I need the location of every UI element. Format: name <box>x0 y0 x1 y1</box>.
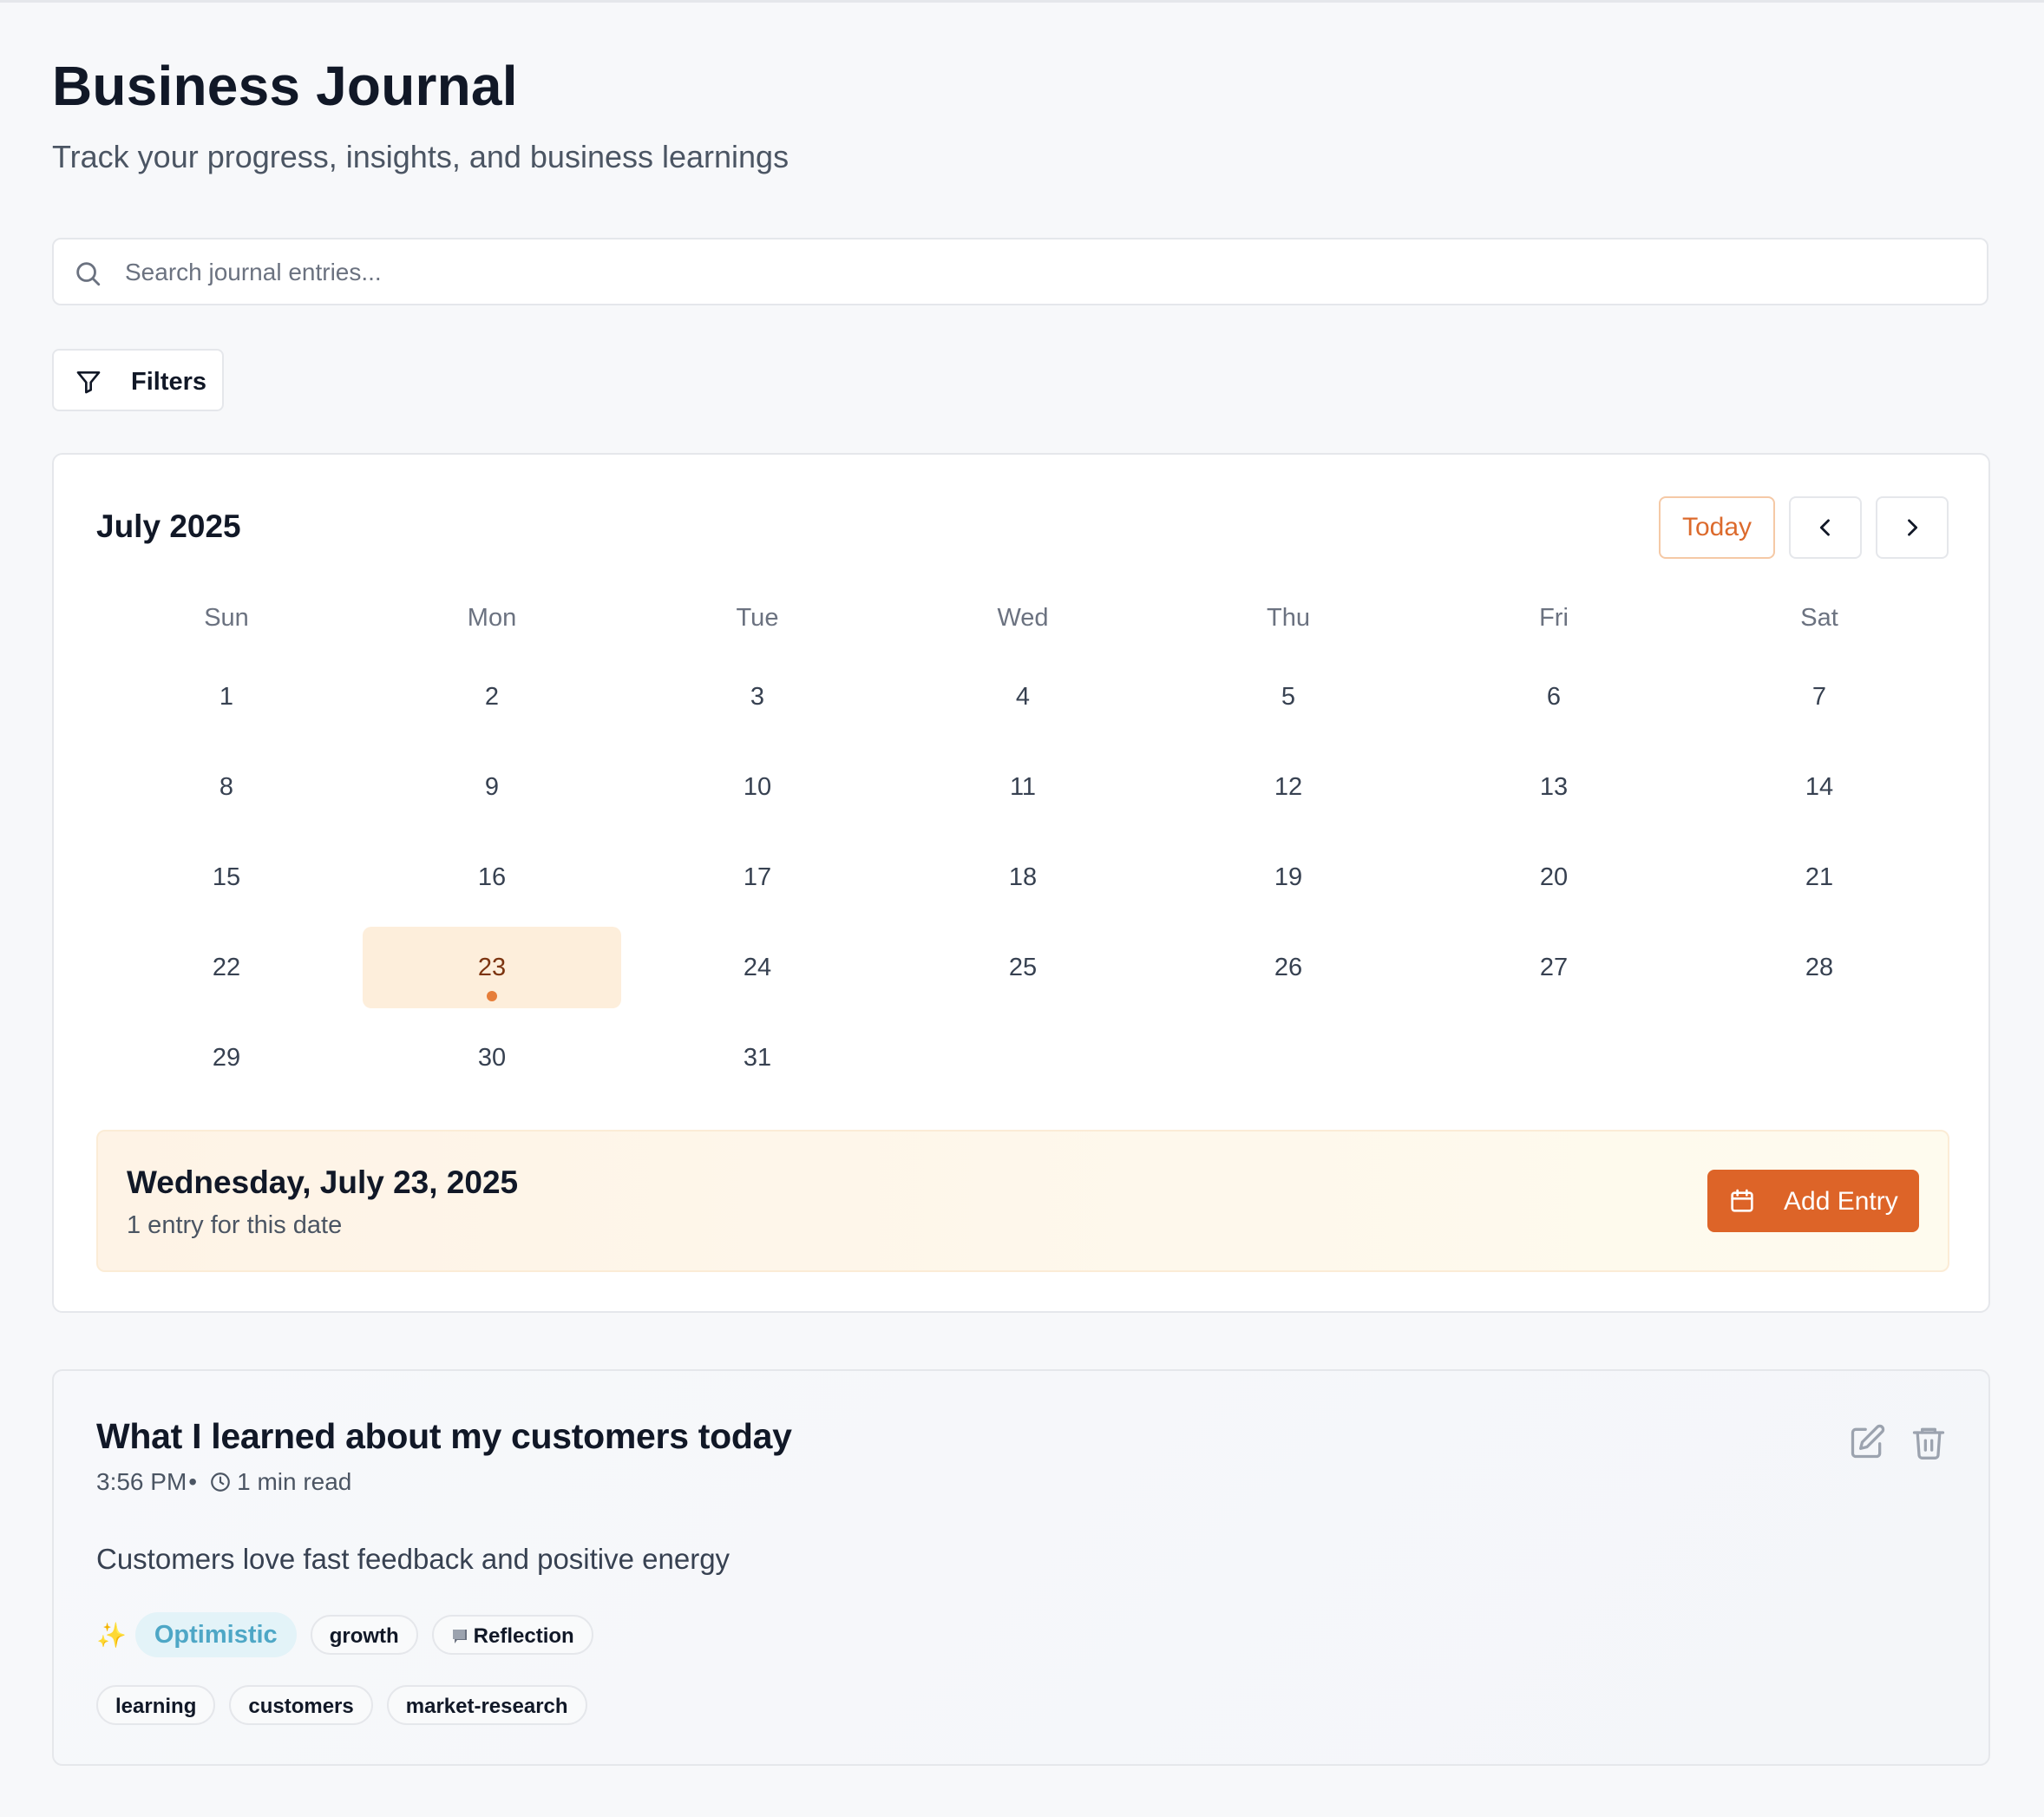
calendar-day-17[interactable]: 17 <box>628 836 887 918</box>
calendar-day-18[interactable]: 18 <box>894 836 1152 918</box>
calendar-day-30[interactable]: 30 <box>363 1017 621 1099</box>
add-entry-button[interactable]: Add Entry <box>1707 1170 1919 1232</box>
mood-badge: Optimistic <box>134 1612 297 1657</box>
sparkles-icon: ✨ <box>96 1621 127 1649</box>
trash-icon[interactable] <box>1910 1423 1948 1461</box>
calendar-day-15[interactable]: 15 <box>97 836 356 918</box>
selected-date-panel: Wednesday, July 23, 2025 1 entry for thi… <box>96 1130 1949 1272</box>
calendar-day-29[interactable]: 29 <box>97 1017 356 1099</box>
prev-month-button[interactable] <box>1789 496 1862 559</box>
search-input[interactable] <box>123 239 1949 305</box>
entry-count-label: 1 entry for this date <box>127 1211 343 1239</box>
type-label: Reflection <box>473 1624 574 1648</box>
entry-attributes: ✨ Optimistic growth Reflection <box>96 1612 593 1657</box>
weekday-fri: Fri <box>1539 604 1569 632</box>
journal-entry-card[interactable]: What I learned about my customers today … <box>52 1369 1990 1766</box>
entry-body: Customers love fast feedback and positiv… <box>96 1543 730 1575</box>
calendar-month-label: July 2025 <box>96 508 241 544</box>
calendar-day-22[interactable]: 22 <box>97 927 356 1008</box>
calendar-day-16[interactable]: 16 <box>363 836 621 918</box>
flag-icon <box>452 1630 467 1643</box>
type-badge: Reflection <box>431 1615 593 1655</box>
calendar-day-21[interactable]: 21 <box>1690 836 1949 918</box>
search-icon <box>76 262 101 286</box>
chevron-left-icon <box>1819 519 1830 536</box>
entry-indicator-dot <box>487 991 497 1001</box>
category-badge: growth <box>310 1615 418 1655</box>
calendar-day-27[interactable]: 27 <box>1425 927 1683 1008</box>
calendar-day-12[interactable]: 12 <box>1159 746 1418 828</box>
weekday-mon: Mon <box>467 604 517 632</box>
add-entry-label: Add Entry <box>1784 1187 1898 1216</box>
selected-date-label: Wednesday, July 23, 2025 <box>127 1164 519 1200</box>
calendar-day-11[interactable]: 11 <box>894 746 1152 828</box>
calendar-day-20[interactable]: 20 <box>1425 836 1683 918</box>
calendar-day-25[interactable]: 25 <box>894 927 1152 1008</box>
calendar-day-13[interactable]: 13 <box>1425 746 1683 828</box>
filter-icon <box>76 371 101 394</box>
calendar-day-31[interactable]: 31 <box>628 1017 887 1099</box>
calendar-day-10[interactable]: 10 <box>628 746 887 828</box>
tag-customers[interactable]: customers <box>229 1685 373 1725</box>
weekday-sun: Sun <box>204 604 249 632</box>
search-bar <box>52 238 1988 305</box>
top-border <box>0 0 2044 3</box>
chevron-right-icon <box>1908 519 1918 536</box>
entry-read-time: 1 min read <box>237 1468 352 1495</box>
weekday-thu: Thu <box>1267 604 1310 632</box>
entry-tags: learning customers market-research <box>96 1685 587 1725</box>
calendar-day-9[interactable]: 9 <box>363 746 621 828</box>
calendar-day-26[interactable]: 26 <box>1159 927 1418 1008</box>
clock-icon <box>211 1473 230 1492</box>
calendar-day-7[interactable]: 7 <box>1690 656 1949 738</box>
filters-button[interactable]: Filters <box>52 349 224 411</box>
page-title: Business Journal <box>52 55 518 117</box>
calendar-day-1[interactable]: 1 <box>97 656 356 738</box>
calendar-day-19[interactable]: 19 <box>1159 836 1418 918</box>
calendar-icon <box>1731 1189 1753 1212</box>
tag-market-research[interactable]: market-research <box>386 1685 587 1725</box>
calendar-day-2[interactable]: 2 <box>363 656 621 738</box>
meta-separator: • <box>188 1468 198 1495</box>
filters-label: Filters <box>131 368 207 396</box>
edit-icon[interactable] <box>1848 1423 1886 1461</box>
calendar-day-6[interactable]: 6 <box>1425 656 1683 738</box>
calendar-day-5[interactable]: 5 <box>1159 656 1418 738</box>
next-month-button[interactable] <box>1876 496 1949 559</box>
page-subtitle: Track your progress, insights, and busin… <box>52 139 789 174</box>
entry-meta: 3:56 PM • 1 min read <box>96 1468 351 1496</box>
calendar-card: July 2025 Today Sun Mon Tue Wed Thu Fri … <box>52 453 1990 1313</box>
calendar-day-23[interactable]: 23 <box>363 927 621 1008</box>
calendar-day-24[interactable]: 24 <box>628 927 887 1008</box>
calendar-day-14[interactable]: 14 <box>1690 746 1949 828</box>
calendar-day-28[interactable]: 28 <box>1690 927 1949 1008</box>
entry-title: What I learned about my customers today <box>96 1416 792 1456</box>
entry-time: 3:56 PM <box>96 1468 187 1495</box>
weekday-sat: Sat <box>1800 604 1838 632</box>
weekday-wed: Wed <box>997 604 1049 632</box>
calendar-day-8[interactable]: 8 <box>97 746 356 828</box>
calendar-day-4[interactable]: 4 <box>894 656 1152 738</box>
calendar-day-3[interactable]: 3 <box>628 656 887 738</box>
today-button[interactable]: Today <box>1659 496 1775 559</box>
tag-learning[interactable]: learning <box>96 1685 216 1725</box>
weekday-tue: Tue <box>736 604 779 632</box>
